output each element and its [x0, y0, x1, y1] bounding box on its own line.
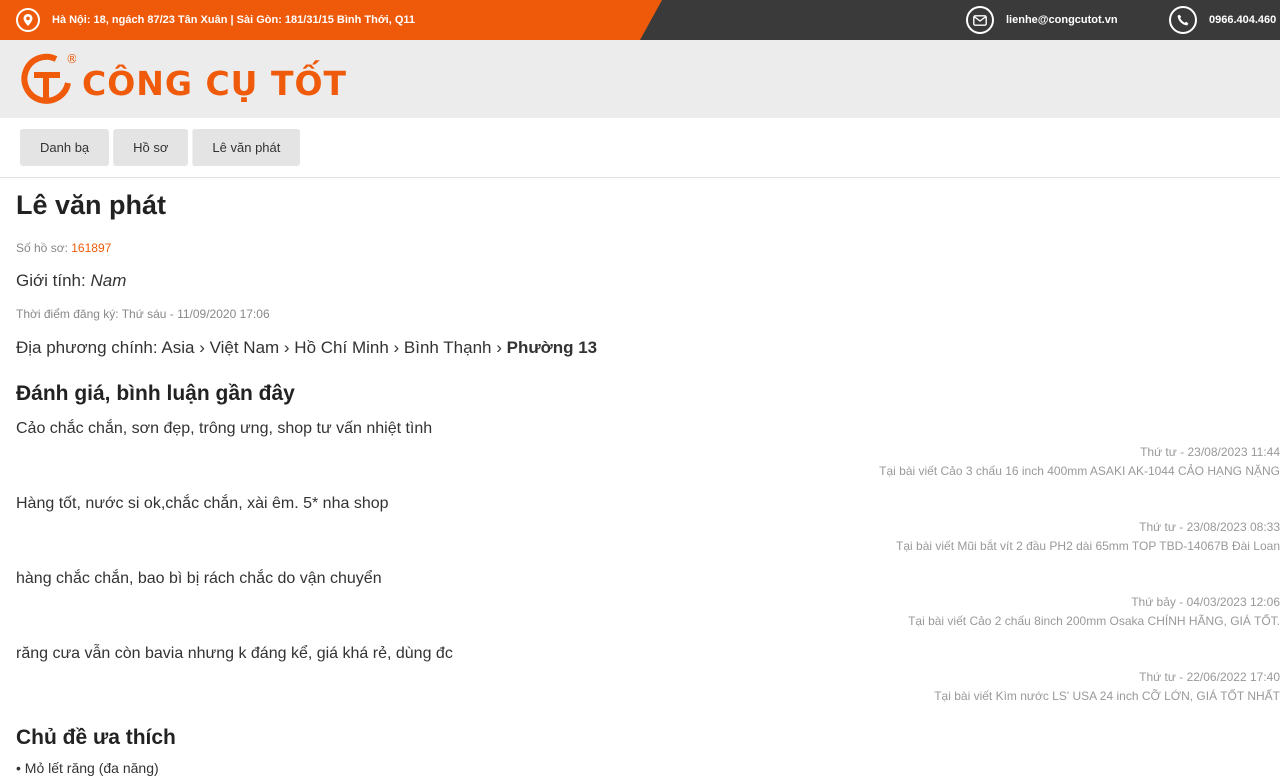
review-post-link[interactable]: Tại bài viết Mũi bắt vít 2 đầu PH2 dài 6…: [896, 539, 1280, 553]
breadcrumb: Danh bạ Hồ sơ Lê văn phát: [20, 129, 304, 166]
phone-icon: [1169, 6, 1197, 34]
gender-value: Nam: [90, 271, 127, 290]
phone-contact[interactable]: 0966.404.460: [1169, 0, 1276, 40]
profile-gender: Giới tính: Nam: [16, 271, 126, 291]
review-time: Thứ tư - 22/06/2022 17:40: [1139, 670, 1280, 684]
breadcrumb-item-profiles[interactable]: Hồ sơ: [113, 129, 189, 166]
top-bar: Hà Nội: 18, ngách 87/23 Tân Xuân | Sài G…: [0, 0, 1280, 40]
registered-mark: ®: [66, 52, 76, 66]
review-text: hàng chắc chắn, bao bì bị rách chắc do v…: [16, 570, 382, 587]
profile-id-value: 161897: [71, 241, 112, 255]
location-label: Địa phương chính:: [16, 338, 158, 357]
email-contact[interactable]: lienhe@congcutot.vn: [966, 0, 1118, 40]
review-text: răng cưa vẫn còn bavia nhưng k đáng kể, …: [16, 645, 453, 662]
breadcrumb-item-current[interactable]: Lê văn phát: [192, 129, 301, 166]
address-info: Hà Nội: 18, ngách 87/23 Tân Xuân | Sài G…: [16, 0, 415, 40]
review-text: Cảo chắc chắn, sơn đẹp, trông ưng, shop …: [16, 420, 433, 437]
logo-text: CÔNG CỤ TỐT: [82, 63, 348, 103]
review-post-link[interactable]: Tại bài viết Kìm nước LS' USA 24 inch CỠ…: [934, 689, 1280, 703]
page-title: Lê văn phát: [16, 190, 167, 220]
location-path: Asia › Việt Nam › Hồ Chí Minh › Bình Thạ…: [161, 338, 502, 357]
phone-text[interactable]: 0966.404.460: [1209, 14, 1276, 26]
site-logo[interactable]: ® CÔNG CỤ TỐT: [16, 49, 347, 113]
review-time: Thứ tư - 23/08/2023 11:44: [1140, 445, 1280, 459]
header-logo-band: ® CÔNG CỤ TỐT: [0, 40, 1280, 118]
main-location: Địa phương chính: Asia › Việt Nam › Hồ C…: [16, 338, 597, 358]
header-divider: [0, 177, 1280, 178]
review-time: Thứ tư - 23/08/2023 08:33: [1139, 520, 1280, 534]
gender-label: Giới tính:: [16, 271, 86, 290]
location-icon: [16, 8, 40, 32]
registration-time: Thời điểm đăng ký: Thứ sáu - 11/09/2020 …: [16, 307, 270, 321]
profile-id: Số hồ sơ: 161897: [16, 241, 111, 255]
review-post-link[interactable]: Tại bài viết Cảo 3 chấu 16 inch 400mm AS…: [879, 464, 1280, 478]
mail-icon: [966, 6, 994, 34]
email-text[interactable]: lienhe@congcutot.vn: [1006, 14, 1118, 26]
review-text: Hàng tốt, nước si ok,chắc chắn, xài êm. …: [16, 495, 389, 512]
favorites-heading: Chủ đề ưa thích: [16, 726, 176, 749]
review-post-link[interactable]: Tại bài viết Cảo 2 chấu 8inch 200mm Osak…: [908, 614, 1280, 628]
profile-id-label: Số hồ sơ:: [16, 241, 68, 255]
logo-mark-icon: ®: [21, 52, 76, 104]
favorite-topic-item[interactable]: • Mỏ lết răng (đa năng): [16, 760, 159, 776]
favorite-topic-label[interactable]: Mỏ lết răng (đa năng): [25, 760, 159, 776]
address-text: Hà Nội: 18, ngách 87/23 Tân Xuân | Sài G…: [52, 14, 416, 26]
bullet-icon: •: [16, 760, 25, 776]
review-time: Thứ bảy - 04/03/2023 12:06: [1131, 595, 1280, 609]
reviews-heading: Đánh giá, bình luận gần đây: [16, 382, 295, 405]
breadcrumb-item-directory[interactable]: Danh bạ: [20, 129, 110, 166]
location-last: Phường 13: [506, 338, 598, 357]
